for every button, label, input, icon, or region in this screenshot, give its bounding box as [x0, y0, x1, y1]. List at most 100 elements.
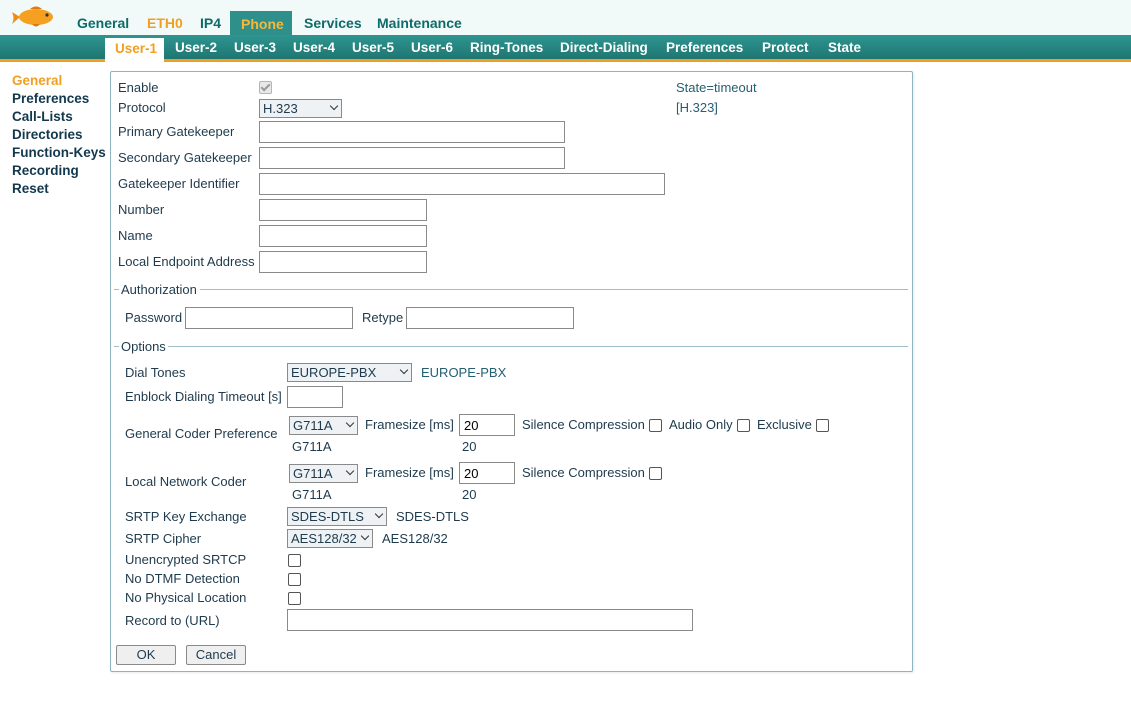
general-silence-label: Silence Compression — [522, 417, 645, 432]
chevron-down-icon — [345, 418, 355, 428]
srtp-key-exchange-select-value: SDES-DTLS — [291, 509, 364, 524]
general-coder-select[interactable]: G711A — [289, 416, 358, 435]
authorization-legend: Authorization — [121, 282, 197, 297]
top-nav-phone[interactable]: Phone — [230, 11, 292, 35]
left-nav-function-keys[interactable]: Function-Keys — [12, 145, 106, 160]
sub-nav-user-1-label: User-1 — [115, 41, 158, 56]
number-input[interactable] — [259, 199, 427, 221]
local-coder-label: Local Network Coder — [125, 474, 247, 489]
sub-nav-ring-tones[interactable]: Ring-Tones — [470, 40, 543, 55]
record-to-input[interactable] — [287, 609, 693, 631]
sub-nav-user-3[interactable]: User-3 — [234, 40, 276, 55]
srtp-key-exchange-label: SRTP Key Exchange — [125, 509, 247, 524]
left-nav-preferences[interactable]: Preferences — [12, 91, 89, 106]
no-dtmf-checkbox[interactable] — [288, 573, 301, 586]
chevron-down-icon — [345, 466, 355, 476]
left-nav-general[interactable]: General — [12, 73, 62, 88]
secondary-gatekeeper-input[interactable] — [259, 147, 565, 169]
goldfish-logo-icon — [12, 6, 53, 27]
top-nav-ip4[interactable]: IP4 — [200, 15, 221, 31]
sub-nav-direct-dialing[interactable]: Direct-Dialing — [560, 40, 648, 55]
srtp-cipher-select[interactable]: AES128/32 — [287, 529, 373, 548]
sub-nav-user-2[interactable]: User-2 — [175, 40, 217, 55]
ok-button[interactable]: OK — [116, 645, 176, 665]
local-framesize-input[interactable] — [459, 462, 515, 484]
cancel-button[interactable]: Cancel — [186, 645, 246, 665]
srtp-key-exchange-current: SDES-DTLS — [396, 509, 469, 524]
left-nav-directories[interactable]: Directories — [12, 127, 83, 142]
general-framesize-current: 20 — [462, 439, 477, 454]
sub-nav-protect[interactable]: Protect — [762, 40, 809, 55]
local-framesize-label: Framesize [ms] — [365, 465, 454, 480]
srtp-cipher-select-value: AES128/32 — [291, 531, 357, 546]
top-nav-eth0[interactable]: ETH0 — [147, 15, 183, 31]
srtp-cipher-current: AES128/32 — [382, 531, 448, 546]
dial-tones-label: Dial Tones — [125, 365, 186, 380]
record-to-label: Record to (URL) — [125, 613, 220, 628]
local-framesize-current: 20 — [462, 487, 477, 502]
protocol-current: [H.323] — [676, 100, 718, 115]
chevron-down-icon — [399, 365, 409, 375]
top-nav-phone-label: Phone — [241, 16, 284, 32]
name-label: Name — [118, 228, 153, 243]
retype-password-input[interactable] — [406, 307, 574, 329]
top-nav-general[interactable]: General — [77, 15, 129, 31]
local-coder-select-value: G711A — [293, 466, 333, 481]
sub-nav-user-4[interactable]: User-4 — [293, 40, 335, 55]
authorization-divider — [200, 289, 908, 290]
local-endpoint-input[interactable] — [259, 251, 427, 273]
top-nav-maintenance[interactable]: Maintenance — [377, 15, 462, 31]
name-input[interactable] — [259, 225, 427, 247]
audio-only-checkbox[interactable] — [737, 419, 750, 432]
local-silence-checkbox[interactable] — [649, 467, 662, 480]
sub-nav-preferences[interactable]: Preferences — [666, 40, 743, 55]
exclusive-label: Exclusive — [757, 417, 812, 432]
srtp-key-exchange-select[interactable]: SDES-DTLS — [287, 507, 387, 526]
general-silence-checkbox[interactable] — [649, 419, 662, 432]
protocol-select-value: H.323 — [263, 101, 298, 116]
srtp-cipher-label: SRTP Cipher — [125, 531, 202, 546]
secondary-gatekeeper-label: Secondary Gatekeeper — [118, 150, 252, 165]
left-nav-reset[interactable]: Reset — [12, 181, 49, 196]
sub-nav-user-6[interactable]: User-6 — [411, 40, 453, 55]
gatekeeper-identifier-label: Gatekeeper Identifier — [118, 176, 240, 191]
top-nav-services[interactable]: Services — [304, 15, 362, 31]
unencrypted-srtcp-checkbox[interactable] — [288, 554, 301, 567]
number-label: Number — [118, 202, 165, 217]
general-framesize-label: Framesize [ms] — [365, 417, 454, 432]
sub-nav-state[interactable]: State — [828, 40, 861, 55]
no-dtmf-label: No DTMF Detection — [125, 571, 240, 586]
options-legend: Options — [121, 339, 166, 354]
unencrypted-srtcp-label: Unencrypted SRTCP — [125, 552, 247, 567]
sub-nav-underline — [0, 59, 1131, 62]
retype-label: Retype — [362, 310, 404, 325]
general-coder-select-value: G711A — [293, 418, 333, 433]
enable-label: Enable — [118, 80, 159, 95]
chevron-down-icon — [360, 531, 370, 541]
protocol-select[interactable]: H.323 — [259, 99, 342, 118]
sub-nav-user-5[interactable]: User-5 — [352, 40, 394, 55]
local-coder-select[interactable]: G711A — [289, 464, 358, 483]
dial-tones-select[interactable]: EUROPE-PBX — [287, 363, 412, 382]
enable-checkbox[interactable] — [259, 81, 272, 94]
sub-nav-user-1[interactable]: User-1 — [105, 38, 164, 62]
left-nav-call-lists[interactable]: Call-Lists — [12, 109, 73, 124]
protocol-label: Protocol — [118, 100, 166, 115]
local-coder-current: G711A — [292, 487, 332, 502]
options-divider-left — [114, 346, 119, 347]
chevron-down-icon — [374, 509, 384, 519]
no-physical-location-checkbox[interactable] — [288, 592, 301, 605]
general-framesize-input[interactable] — [459, 414, 515, 436]
primary-gatekeeper-input[interactable] — [259, 121, 565, 143]
enblock-timeout-input[interactable] — [287, 386, 343, 408]
password-label: Password — [125, 310, 183, 325]
gatekeeper-identifier-input[interactable] — [259, 173, 665, 195]
local-silence-label: Silence Compression — [522, 465, 645, 480]
local-endpoint-label: Local Endpoint Address — [118, 254, 255, 269]
exclusive-checkbox[interactable] — [816, 419, 829, 432]
primary-gatekeeper-label: Primary Gatekeeper — [118, 124, 235, 139]
enblock-timeout-label: Enblock Dialing Timeout [s] — [125, 389, 282, 404]
password-input[interactable] — [185, 307, 353, 329]
options-divider — [168, 346, 908, 347]
left-nav-recording[interactable]: Recording — [12, 163, 79, 178]
